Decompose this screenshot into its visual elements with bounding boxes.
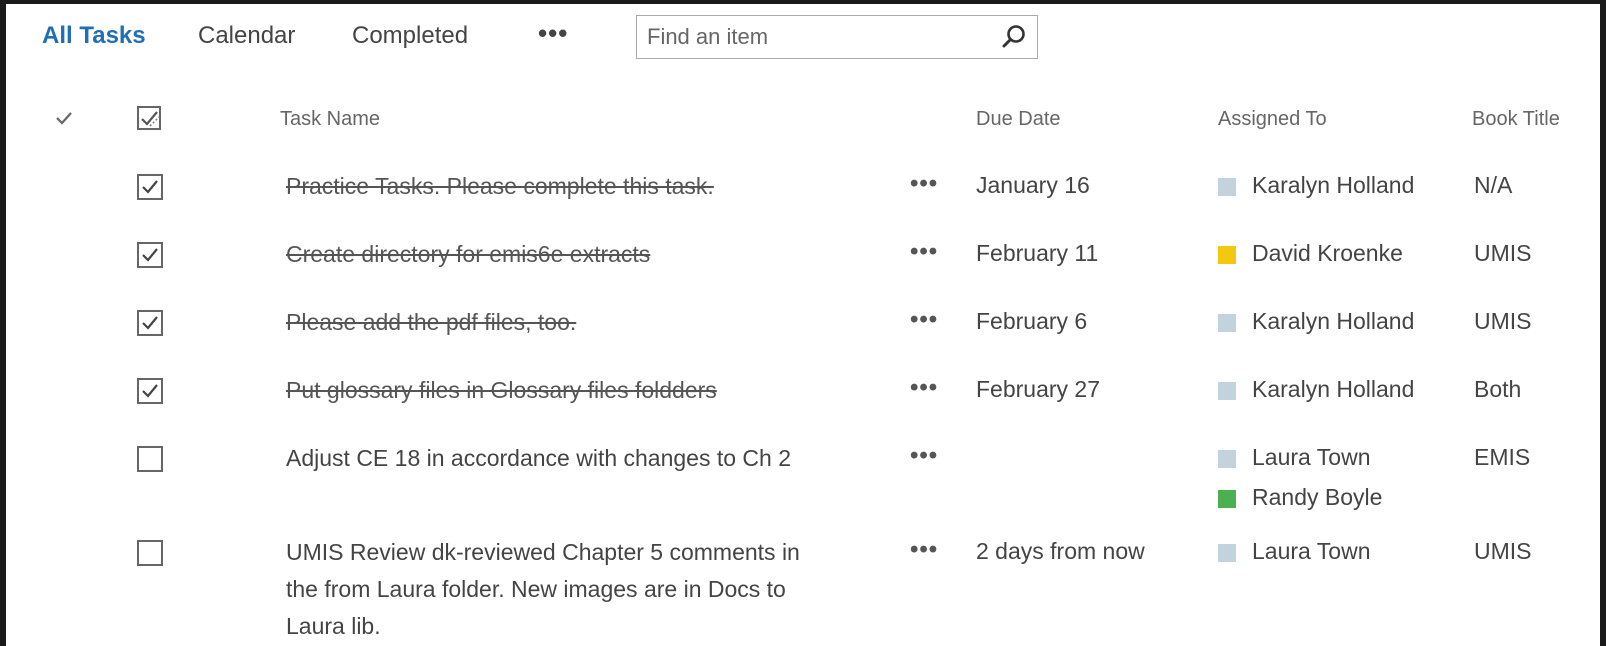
- search-box: [636, 15, 1038, 59]
- task-name-link[interactable]: Put glossary files in Glossary files fol…: [286, 372, 846, 409]
- left-border: [0, 0, 6, 646]
- due-date: 2 days from now: [976, 538, 1145, 564]
- book-title: UMIS: [1474, 308, 1532, 334]
- row-menu-button[interactable]: •••: [910, 374, 938, 402]
- task-complete-checkbox[interactable]: [137, 174, 163, 200]
- column-header-assigned-to[interactable]: Assigned To: [1218, 108, 1327, 131]
- presence-indicator: [1218, 382, 1236, 400]
- book-title: EMIS: [1474, 444, 1531, 470]
- row-menu-button[interactable]: •••: [910, 306, 938, 334]
- presence-indicator: [1218, 246, 1236, 264]
- assignee-name[interactable]: David Kroenke: [1252, 240, 1403, 267]
- select-all-checkbox[interactable]: [137, 106, 163, 132]
- row-menu-button[interactable]: •••: [910, 536, 938, 564]
- book-title: N/A: [1474, 172, 1513, 198]
- assignee-name[interactable]: Laura Town: [1252, 444, 1371, 471]
- task-complete-checkbox[interactable]: [137, 446, 163, 472]
- book-title: UMIS: [1474, 240, 1532, 266]
- task-complete-checkbox[interactable]: [137, 540, 163, 566]
- more-views-button[interactable]: •••: [538, 18, 568, 49]
- presence-indicator: [1218, 450, 1236, 468]
- task-name-link[interactable]: UMIS Review dk-reviewed Chapter 5 commen…: [286, 534, 806, 645]
- due-date: February 27: [976, 376, 1101, 402]
- task-complete-checkbox[interactable]: [137, 378, 163, 404]
- task-name-link[interactable]: Create directory for emis6e extracts: [286, 236, 846, 273]
- column-header-due-date[interactable]: Due Date: [976, 108, 1061, 131]
- due-date: January 16: [976, 172, 1090, 198]
- assignee-name[interactable]: Karalyn Holland: [1252, 376, 1414, 403]
- presence-indicator: [1218, 490, 1236, 508]
- due-date: February 6: [976, 308, 1088, 334]
- search-input[interactable]: [647, 24, 987, 50]
- column-header-task-name[interactable]: Task Name: [280, 108, 380, 131]
- row-menu-button[interactable]: •••: [910, 238, 938, 266]
- task-complete-checkbox[interactable]: [137, 310, 163, 336]
- row-menu-button[interactable]: •••: [910, 170, 938, 198]
- checkmark-column-icon: [52, 106, 76, 130]
- presence-indicator: [1218, 314, 1236, 332]
- row-menu-button[interactable]: •••: [910, 442, 938, 470]
- presence-indicator: [1218, 178, 1236, 196]
- column-header-book-title[interactable]: Book Title: [1472, 108, 1560, 131]
- task-name-link[interactable]: Adjust CE 18 in accordance with changes …: [286, 440, 846, 477]
- tab-calendar[interactable]: Calendar: [198, 22, 295, 50]
- task-name-link[interactable]: Please add the pdf files, too.: [286, 304, 846, 341]
- right-border: [1600, 0, 1606, 646]
- assignee-name[interactable]: Karalyn Holland: [1252, 308, 1414, 335]
- presence-indicator: [1218, 544, 1236, 562]
- book-title: Both: [1474, 376, 1522, 402]
- due-date: February 11: [976, 240, 1099, 266]
- assignee-name[interactable]: Laura Town: [1252, 538, 1371, 565]
- assignee-name[interactable]: Karalyn Holland: [1252, 172, 1414, 199]
- book-title: UMIS: [1474, 538, 1532, 564]
- top-border: [0, 0, 1606, 4]
- task-complete-checkbox[interactable]: [137, 242, 163, 268]
- task-name-link[interactable]: Practice Tasks. Please complete this tas…: [286, 168, 846, 205]
- search-icon[interactable]: [999, 22, 1029, 52]
- assignee-name[interactable]: Randy Boyle: [1252, 484, 1382, 511]
- tab-all-tasks[interactable]: All Tasks: [42, 22, 146, 50]
- tab-completed[interactable]: Completed: [352, 22, 468, 50]
